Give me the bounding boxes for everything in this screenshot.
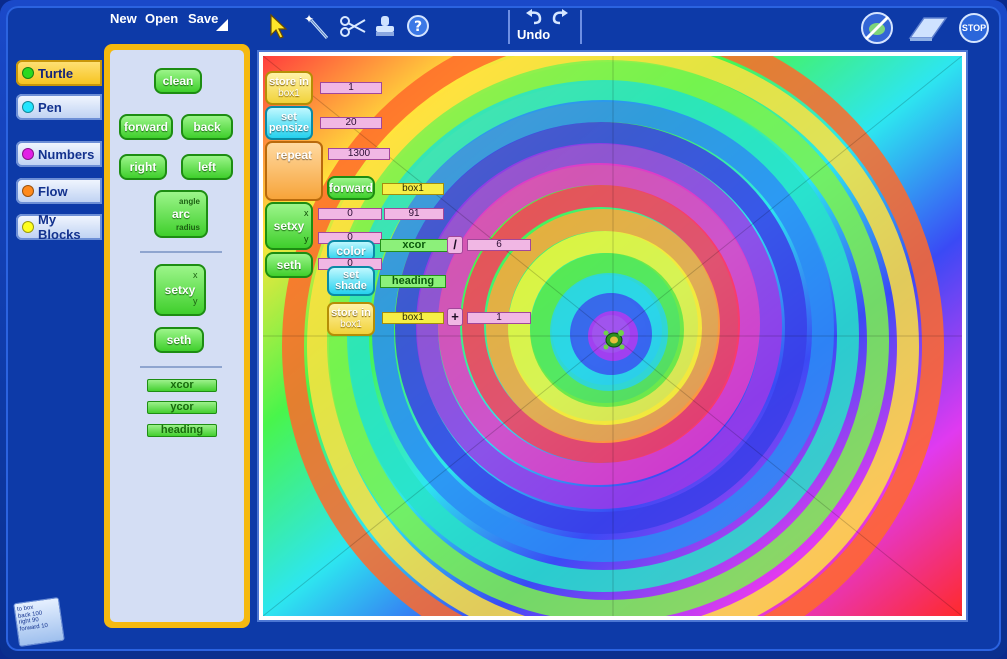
stop-button[interactable]: STOP xyxy=(959,13,989,43)
tab-my-blocks-label: My Blocks xyxy=(38,212,81,242)
tab-my-blocks[interactable]: My Blocks xyxy=(16,212,102,242)
heading-program-reporter[interactable]: heading xyxy=(380,275,446,288)
redo-icon[interactable] xyxy=(550,9,570,25)
forward-program-block[interactable]: forward xyxy=(327,176,375,200)
store-in-block-2[interactable]: store in box1 xyxy=(327,302,375,336)
new-menu[interactable]: New xyxy=(110,11,137,26)
arrow-icon[interactable] xyxy=(266,12,294,40)
svg-text:?: ? xyxy=(414,19,422,35)
setxy-x-label: x xyxy=(193,270,198,280)
palette-separator xyxy=(140,251,222,253)
back-block[interactable]: back xyxy=(181,114,233,140)
tab-pen[interactable]: Pen xyxy=(16,94,102,120)
xcor-program-reporter[interactable]: xcor xyxy=(380,239,448,252)
tab-turtle[interactable]: Turtle xyxy=(16,60,102,86)
no-turtle-icon[interactable] xyxy=(860,11,894,45)
set-shade-block[interactable]: set shade xyxy=(327,266,375,296)
forward-arg[interactable]: box1 xyxy=(382,183,444,195)
plus-operator[interactable]: + xyxy=(447,308,463,326)
turtle-icon[interactable] xyxy=(601,328,627,350)
left-block[interactable]: left xyxy=(181,154,233,180)
tab-pen-label: Pen xyxy=(38,99,62,115)
procedure-notes-icon[interactable]: to box back 100 right 90 forward 10 xyxy=(13,597,65,647)
undo-label[interactable]: Undo xyxy=(517,27,550,42)
setxy-x-add[interactable]: 91 xyxy=(384,208,444,220)
help-icon[interactable]: ? xyxy=(404,12,432,40)
my-blocks-tab-dot xyxy=(22,221,34,233)
setxy-y-label: y xyxy=(193,296,198,306)
drawing-canvas[interactable] xyxy=(263,56,962,616)
pen-tab-dot xyxy=(22,101,34,113)
store-in-2-line1: store in xyxy=(331,307,371,319)
arc-label: arc xyxy=(171,207,191,221)
right-block[interactable]: right xyxy=(119,154,167,180)
divisor-value[interactable]: 6 xyxy=(467,239,531,251)
tab-numbers-label: Numbers xyxy=(38,146,95,162)
clean-block[interactable]: clean xyxy=(154,68,202,94)
stamp-icon[interactable] xyxy=(371,12,399,40)
store-in-2-box: box1 xyxy=(340,319,362,330)
numbers-tab-dot xyxy=(22,148,34,160)
store-in-2-arg[interactable]: box1 xyxy=(382,312,444,324)
save-menu[interactable]: Save xyxy=(188,11,218,26)
store-in-1-value[interactable]: 1 xyxy=(320,82,382,94)
setxy-program-label: setxy xyxy=(273,219,305,233)
arc-radius-label: radius xyxy=(176,223,201,232)
setxy-program-y-label: y xyxy=(304,234,309,244)
svg-text:✦: ✦ xyxy=(304,12,314,26)
undo-icon[interactable] xyxy=(524,9,544,25)
pensize-value[interactable]: 20 xyxy=(320,117,382,129)
divide-operator[interactable]: / xyxy=(447,236,463,254)
seth-program-block[interactable]: seth xyxy=(265,252,313,278)
addend-value[interactable]: 1 xyxy=(467,312,531,324)
open-menu[interactable]: Open xyxy=(145,11,178,26)
setxy-x-value[interactable]: 0 xyxy=(318,208,382,220)
save-dropdown-icon[interactable] xyxy=(216,19,228,31)
tab-flow-label: Flow xyxy=(38,183,68,199)
set-pensize-line2: pensize xyxy=(268,122,310,134)
tab-turtle-label: Turtle xyxy=(38,65,74,81)
repeat-label: repeat xyxy=(275,148,313,162)
store-in-1-line1: store in xyxy=(269,76,309,88)
setxy-label: setxy xyxy=(164,283,196,297)
setxy-block[interactable]: setxy xyxy=(154,264,206,316)
flow-tab-dot xyxy=(22,185,34,197)
seth-block[interactable]: seth xyxy=(154,327,204,353)
set-pensize-block[interactable]: set pensize xyxy=(265,106,313,140)
palette-separator-2 xyxy=(140,366,222,368)
setxy-program-x-label: x xyxy=(304,208,309,218)
magic-wand-icon[interactable]: ✦ xyxy=(302,12,330,40)
tab-flow[interactable]: Flow xyxy=(16,178,102,204)
heading-reporter[interactable]: heading xyxy=(147,424,217,437)
arc-angle-label: angle xyxy=(179,197,200,206)
repeat-block[interactable]: repeat xyxy=(265,141,323,201)
set-shade-line2: shade xyxy=(335,280,367,292)
eraser-icon[interactable] xyxy=(908,14,948,42)
scissors-icon[interactable] xyxy=(339,12,367,40)
ycor-reporter[interactable]: ycor xyxy=(147,401,217,414)
toolbar-divider-2 xyxy=(580,10,582,44)
repeat-value[interactable]: 1300 xyxy=(328,148,390,160)
tab-numbers[interactable]: Numbers xyxy=(16,141,102,167)
forward-block[interactable]: forward xyxy=(119,114,173,140)
store-in-1-box: box1 xyxy=(278,88,300,99)
store-in-block-1[interactable]: store in box1 xyxy=(265,71,313,105)
turtle-tab-dot xyxy=(22,67,34,79)
xcor-reporter[interactable]: xcor xyxy=(147,379,217,392)
toolbar-divider xyxy=(508,10,510,44)
